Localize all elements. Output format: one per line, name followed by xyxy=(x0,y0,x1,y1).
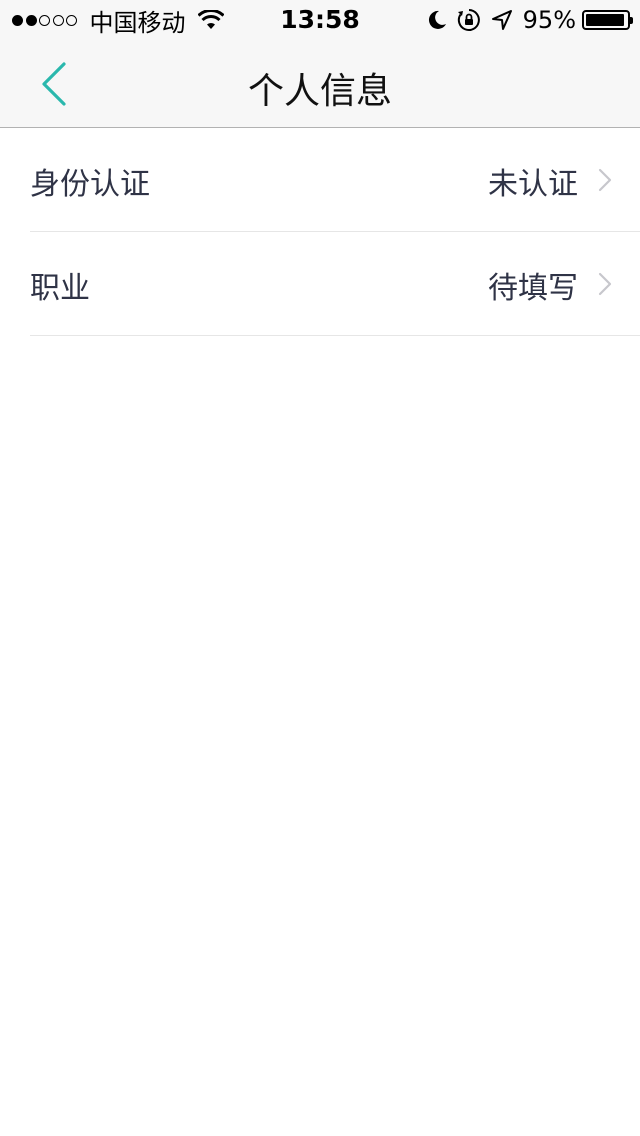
status-right: 95% xyxy=(417,6,633,34)
battery-icon xyxy=(582,10,633,30)
row-identity-verification[interactable]: 身份认证 未认证 xyxy=(30,128,640,232)
moon-icon xyxy=(428,10,446,29)
chevron-right-icon xyxy=(598,168,612,192)
row-label: 身份认证 xyxy=(30,167,150,202)
row-label: 职业 xyxy=(30,271,90,306)
row-occupation[interactable]: 职业 待填写 xyxy=(30,232,640,336)
settings-list: 身份认证 未认证 职业 待填写 xyxy=(0,128,640,336)
chevron-right-icon xyxy=(598,272,612,296)
navigation-bar: 个人信息 xyxy=(0,40,640,128)
page-title: 个人信息 xyxy=(247,71,392,112)
status-bar: 中国移动 13:58 95% xyxy=(0,0,640,40)
orientation-lock-icon xyxy=(457,9,480,31)
location-arrow-icon xyxy=(491,10,512,30)
row-value: 未认证 xyxy=(488,167,578,202)
battery-percent: 95% xyxy=(522,6,576,34)
row-value: 待填写 xyxy=(488,271,578,306)
